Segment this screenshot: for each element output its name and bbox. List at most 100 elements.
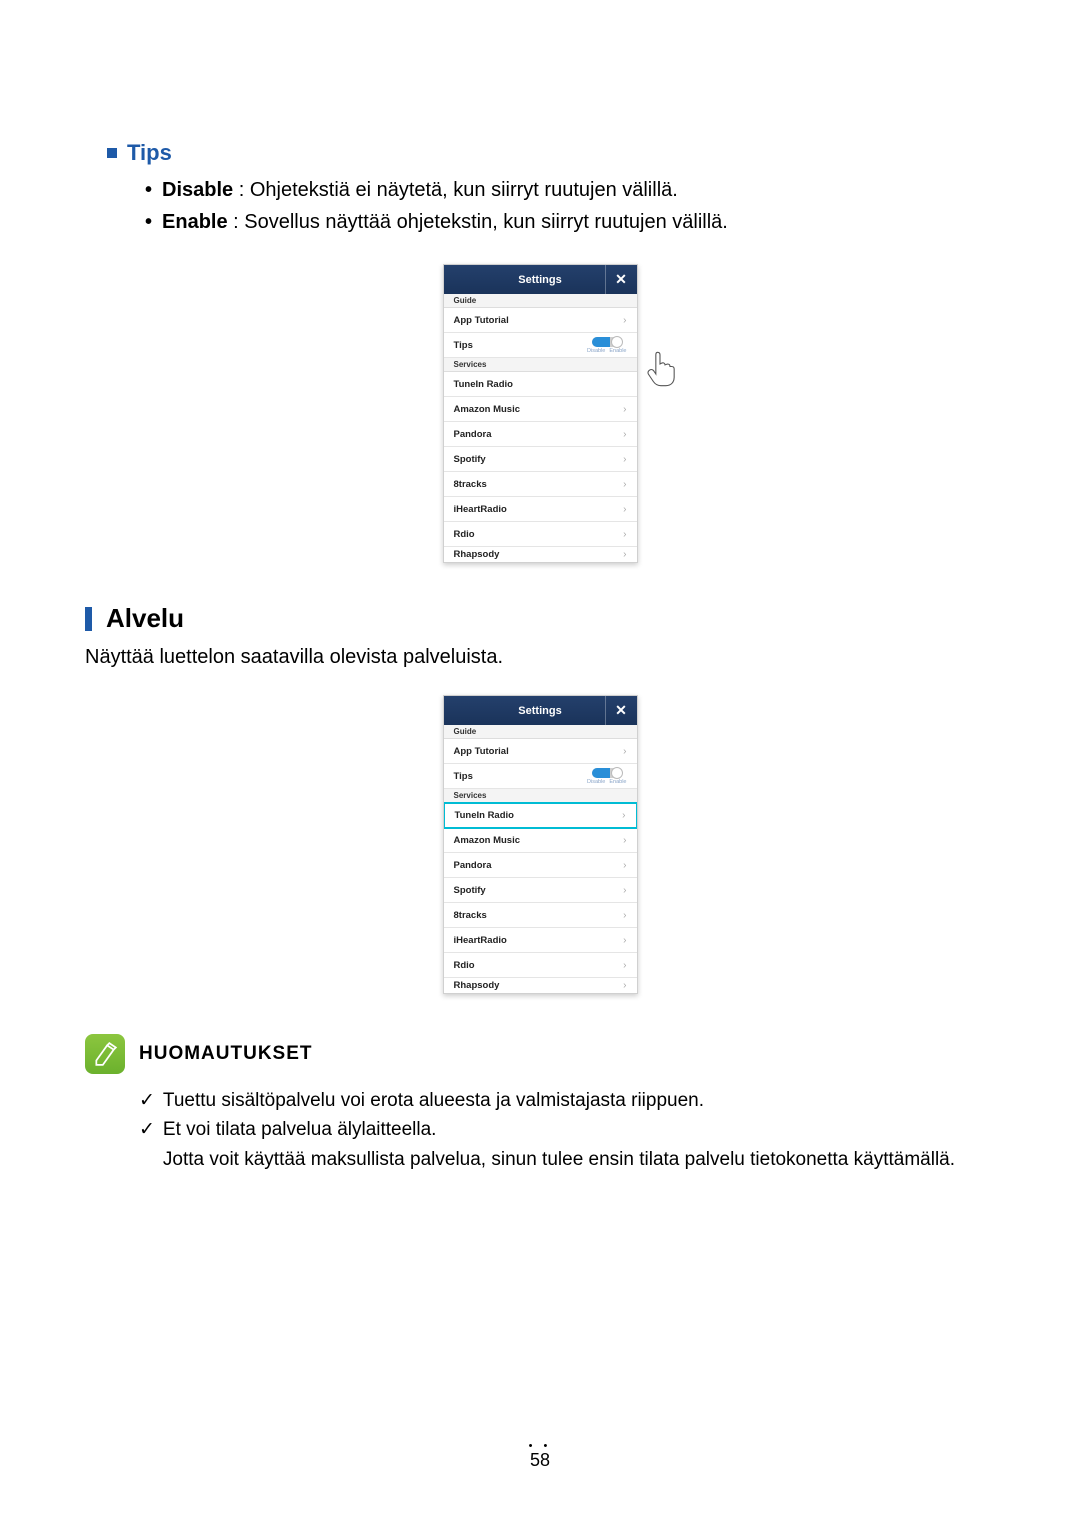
row-label: App Tutorial [454, 315, 509, 326]
notes-heading-row: HUOMAUTUKSET [85, 1034, 995, 1074]
row-label: Rdio [454, 960, 475, 971]
row-service[interactable]: Amazon Music › [444, 828, 637, 853]
bullet-text: Enable : Sovellus näyttää ohjetekstin, k… [162, 206, 728, 238]
chevron-right-icon: › [623, 315, 626, 326]
alvelu-title: Alvelu [106, 603, 184, 634]
chevron-right-icon: › [623, 529, 626, 540]
row-label: Amazon Music [454, 404, 521, 415]
row-app-tutorial[interactable]: App Tutorial › [444, 739, 637, 764]
row-label: Rdio [454, 529, 475, 540]
settings-screen-2: Settings ✕ Guide App Tutorial › Tips Dis… [443, 695, 638, 994]
chevron-right-icon: › [622, 810, 625, 821]
tips-toggle[interactable]: Disable Enable [587, 337, 626, 354]
check-icon: ✓ [139, 1115, 155, 1174]
row-label: App Tutorial [454, 746, 509, 757]
chevron-right-icon: › [623, 454, 626, 465]
row-service[interactable]: Rdio › [444, 953, 637, 978]
chevron-right-icon: › [623, 549, 626, 560]
section-header-services: Services [444, 789, 637, 803]
row-service[interactable]: 8tracks › [444, 903, 637, 928]
chevron-right-icon: › [623, 504, 626, 515]
bullet-text: Disable : Ohjetekstiä ei näytetä, kun si… [162, 174, 678, 206]
screen-header: Settings ✕ [444, 265, 637, 294]
chevron-right-icon: › [623, 860, 626, 871]
row-label: TuneIn Radio [455, 810, 514, 821]
row-service-highlighted[interactable]: TuneIn Radio › [443, 802, 638, 829]
page-content: Tips • Disable : Ohjetekstiä ei näytetä,… [85, 140, 995, 1174]
pointing-hand-icon [645, 349, 680, 389]
chevron-right-icon: › [623, 429, 626, 440]
chevron-right-icon: › [623, 404, 626, 415]
notes-icon [85, 1034, 125, 1074]
tips-toggle[interactable]: Disable Enable [587, 768, 626, 785]
row-label: 8tracks [454, 910, 487, 921]
row-label: Rhapsody [454, 549, 500, 560]
notes-list: ✓ Tuettu sisältöpalvelu voi erota aluees… [139, 1086, 995, 1174]
toggle-label-disable: Disable [587, 348, 605, 354]
section-header-guide: Guide [444, 294, 637, 308]
list-item: • Enable : Sovellus näyttää ohjetekstin,… [145, 206, 995, 238]
row-tips[interactable]: Tips Disable Enable [444, 764, 637, 789]
row-label: iHeartRadio [454, 504, 507, 515]
row-label: TuneIn Radio [454, 379, 513, 390]
chevron-right-icon: › [623, 960, 626, 971]
tips-bullet-list: • Disable : Ohjetekstiä ei näytetä, kun … [145, 174, 995, 238]
row-tips[interactable]: Tips Disable Enable [444, 333, 637, 358]
row-service[interactable]: Amazon Music › [444, 397, 637, 422]
row-label: Amazon Music [454, 835, 521, 846]
page-number-value: 58 [530, 1450, 550, 1470]
row-service[interactable]: Spotify › [444, 447, 637, 472]
chevron-right-icon: › [623, 935, 626, 946]
row-service[interactable]: Rhapsody › [444, 978, 637, 993]
list-item: • Disable : Ohjetekstiä ei näytetä, kun … [145, 174, 995, 206]
bullet-icon: • [145, 174, 152, 206]
chevron-right-icon: › [623, 885, 626, 896]
tips-heading: Tips [107, 140, 995, 166]
row-label: Spotify [454, 454, 486, 465]
row-label: Tips [454, 771, 473, 782]
toggle-label-disable: Disable [587, 779, 605, 785]
row-service[interactable]: Rdio › [444, 522, 637, 547]
close-button[interactable]: ✕ [605, 265, 637, 294]
row-label: 8tracks [454, 479, 487, 490]
row-app-tutorial[interactable]: App Tutorial › [444, 308, 637, 333]
row-service[interactable]: TuneIn Radio [444, 372, 637, 397]
square-bullet-icon [107, 148, 117, 158]
close-button[interactable]: ✕ [605, 696, 637, 725]
row-service[interactable]: Rhapsody › [444, 547, 637, 562]
toggle-label-enable: Enable [609, 779, 626, 785]
row-label: Tips [454, 340, 473, 351]
bar-bullet-icon [85, 607, 92, 631]
row-label: Pandora [454, 429, 492, 440]
page-number: • • 58 [0, 1440, 1080, 1471]
list-item: ✓ Et voi tilata palvelua älylaitteella. … [139, 1115, 995, 1174]
row-label: Pandora [454, 860, 492, 871]
row-service[interactable]: Spotify › [444, 878, 637, 903]
notes-title: HUOMAUTUKSET [139, 1034, 313, 1065]
note-text: Jotta voit käyttää maksullista palvelua,… [163, 1145, 955, 1174]
row-service[interactable]: iHeartRadio › [444, 497, 637, 522]
section-header-services: Services [444, 358, 637, 372]
row-service[interactable]: iHeartRadio › [444, 928, 637, 953]
section-header-guide: Guide [444, 725, 637, 739]
bullet-icon: • [145, 206, 152, 238]
screenshot-2-container: Settings ✕ Guide App Tutorial › Tips Dis… [85, 695, 995, 994]
row-service[interactable]: 8tracks › [444, 472, 637, 497]
screenshot-1-container: Settings ✕ Guide App Tutorial › Tips Dis… [85, 264, 995, 563]
row-label: Spotify [454, 885, 486, 896]
screen-header: Settings ✕ [444, 696, 637, 725]
settings-screen-1: Settings ✕ Guide App Tutorial › Tips Dis… [443, 264, 638, 563]
row-service[interactable]: Pandora › [444, 853, 637, 878]
chevron-right-icon: › [623, 835, 626, 846]
row-label: iHeartRadio [454, 935, 507, 946]
tips-title: Tips [127, 140, 172, 166]
row-service[interactable]: Pandora › [444, 422, 637, 447]
chevron-right-icon: › [623, 910, 626, 921]
chevron-right-icon: › [623, 479, 626, 490]
chevron-right-icon: › [623, 980, 626, 991]
row-label: Rhapsody [454, 980, 500, 991]
alvelu-description: Näyttää luettelon saatavilla olevista pa… [85, 646, 995, 669]
check-icon: ✓ [139, 1086, 155, 1115]
list-item: ✓ Tuettu sisältöpalvelu voi erota aluees… [139, 1086, 995, 1115]
alvelu-heading: Alvelu [85, 603, 995, 634]
